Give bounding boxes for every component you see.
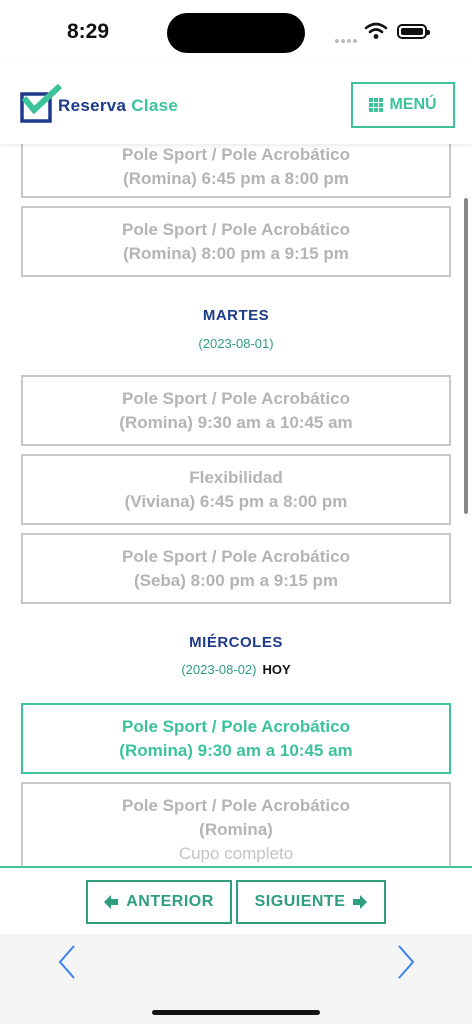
day-date-value: (2023-08-01) (198, 336, 274, 351)
brand-secondary: Clase (131, 96, 179, 115)
class-slot-title: Pole Sport / Pole Acrobático (122, 145, 350, 164)
previous-label: ANTERIOR (126, 893, 214, 910)
menu-label: MENÚ (389, 96, 437, 113)
class-slot-time: (Romina) 8:00 pm a 9:15 pm (123, 244, 349, 263)
battery-icon (397, 24, 430, 39)
class-slot-time: (Romina) 9:30 am a 10:45 am (119, 413, 353, 432)
class-slot-time: (Viviana) 6:45 pm a 8:00 pm (124, 492, 348, 511)
class-slot-title: Flexibilidad (189, 468, 283, 487)
class-slot[interactable]: Pole Sport / Pole Acrobático (Romina) 6:… (21, 140, 451, 198)
previous-button[interactable]: ANTERIOR (86, 880, 232, 924)
arrow-left-icon (104, 895, 119, 909)
brand-primary: Reserva (58, 96, 127, 115)
menu-button[interactable]: MENÚ (351, 82, 455, 128)
today-badge: HOY (262, 662, 291, 677)
class-slot[interactable]: Pole Sport / Pole Acrobático (Romina) 9:… (21, 375, 451, 446)
day-title-martes: MARTES (202, 307, 270, 324)
day-date-miercoles: (2023-08-02) HOY (0, 662, 472, 677)
class-slot[interactable]: Pole Sport / Pole Acrobático (Seba) 8:00… (21, 533, 451, 604)
class-slot-title: Pole Sport / Pole Acrobático (122, 220, 350, 239)
class-slot-title: Pole Sport / Pole Acrobático (122, 389, 350, 408)
day-date-value: (2023-08-02) (181, 662, 257, 677)
scroll-indicator (464, 198, 468, 514)
next-button[interactable]: SIGUIENTE (236, 880, 386, 924)
day-date-martes: (2023-08-01) (0, 336, 472, 351)
class-slot-time: (Romina) 9:30 am a 10:45 am (119, 741, 353, 760)
signal-icon (335, 30, 359, 48)
chevron-right-icon[interactable] (395, 942, 417, 982)
class-slot[interactable]: Pole Sport / Pole Acrobático (Romina) 8:… (21, 206, 451, 277)
dynamic-island (167, 13, 305, 53)
class-slot[interactable]: Flexibilidad (Viviana) 6:45 pm a 8:00 pm (21, 454, 451, 525)
pagination-bar: ANTERIOR SIGUIENTE (0, 866, 472, 934)
class-slot-title: Pole Sport / Pole Acrobático (122, 796, 350, 815)
status-bar: 8:29 (0, 0, 472, 64)
status-time: 8:29 (67, 20, 110, 43)
class-slot-full[interactable]: Pole Sport / Pole Acrobático (Romina) Cu… (21, 782, 451, 868)
grid-icon (369, 98, 384, 112)
class-slot-time: (Romina) 6:45 pm a 8:00 pm (123, 169, 349, 188)
arrow-right-icon (353, 895, 368, 909)
class-slot-instructor: (Romina) (199, 820, 273, 839)
brand-name[interactable]: Reserva Clase (58, 96, 178, 116)
class-slot-selected[interactable]: Pole Sport / Pole Acrobático (Romina) 9:… (21, 703, 451, 774)
class-slot-full-note: Cupo completo (178, 844, 294, 863)
home-indicator (152, 1010, 320, 1015)
checkbox-logo-icon (20, 83, 62, 123)
wifi-icon (364, 22, 388, 39)
class-slot-time: (Seba) 8:00 pm a 9:15 pm (133, 571, 339, 590)
class-slot-title: Pole Sport / Pole Acrobático (122, 547, 350, 566)
day-title-miercoles: MIÉRCOLES (189, 634, 283, 651)
class-slot-title: Pole Sport / Pole Acrobático (122, 717, 350, 736)
next-label: SIGUIENTE (254, 893, 346, 910)
chevron-left-icon[interactable] (56, 942, 78, 982)
